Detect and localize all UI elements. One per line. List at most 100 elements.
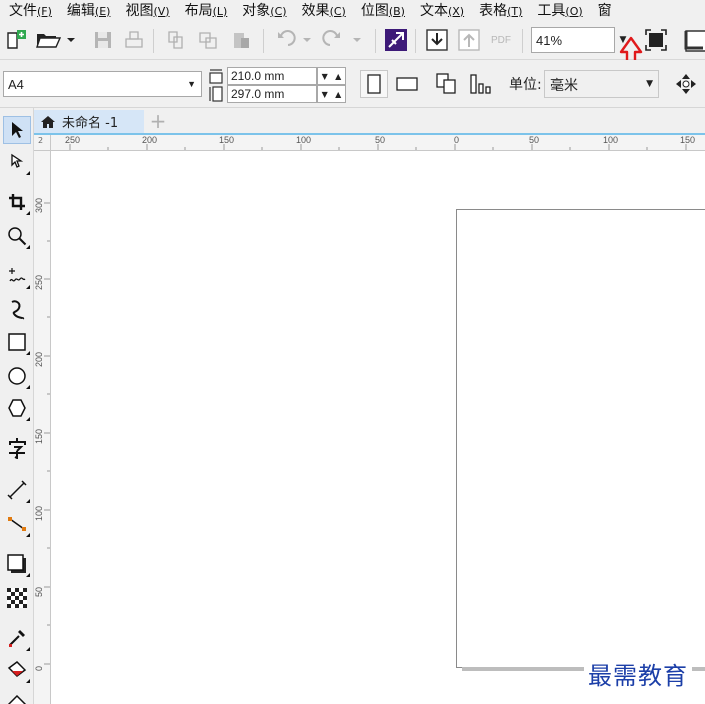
- redo-icon: [322, 30, 361, 46]
- horizontal-ruler[interactable]: 250 200 150 100 50 0 50 100 150: [51, 135, 705, 151]
- new-tab-button[interactable]: +: [148, 109, 168, 133]
- connector-tool[interactable]: [3, 510, 31, 538]
- all-pages-button[interactable]: [433, 70, 461, 98]
- freehand-tool[interactable]: [3, 262, 31, 290]
- polygon-tool[interactable]: [3, 394, 31, 422]
- parallel-dimension-tool[interactable]: [3, 476, 31, 504]
- ellipse-tool[interactable]: [3, 362, 31, 390]
- save-icon: [95, 32, 111, 48]
- zoom-level-input[interactable]: 41%: [531, 27, 615, 53]
- cut-button[interactable]: [195, 27, 221, 53]
- flyout-corner-icon: [26, 533, 30, 537]
- freehand-icon: [9, 268, 26, 282]
- unit-label: 单位:: [509, 77, 542, 93]
- flyout-corner-icon: [26, 285, 30, 289]
- corel-connect-button[interactable]: [383, 27, 409, 53]
- text-tool[interactable]: [3, 434, 31, 462]
- full-screen-preview-button[interactable]: [643, 27, 669, 53]
- new-document-button[interactable]: [3, 27, 29, 53]
- ruler-label: 150: [34, 428, 44, 444]
- plus-icon: +: [149, 109, 167, 133]
- menu-tools[interactable]: 工具(O): [528, 0, 588, 22]
- publish-pdf-button[interactable]: PDF: [488, 27, 514, 53]
- page-width-icon: [209, 69, 223, 84]
- watermark-text: 最需教育: [584, 656, 692, 691]
- nudge-distance-button[interactable]: [674, 70, 698, 98]
- current-page-icon: [470, 74, 491, 94]
- new-document-icon: [7, 30, 26, 49]
- import-icon: [426, 29, 448, 51]
- copy-icon: [168, 31, 183, 49]
- menu-layout-label: 布局: [184, 2, 213, 19]
- menu-effects[interactable]: 效果(C): [293, 0, 352, 22]
- import-button[interactable]: [424, 27, 450, 53]
- pick-tool[interactable]: [3, 116, 31, 144]
- landscape-orientation-button[interactable]: [393, 70, 421, 98]
- menu-edit[interactable]: 编辑(E): [58, 0, 117, 22]
- toolbar-separator: [375, 29, 376, 53]
- menu-file[interactable]: 文件(F): [0, 0, 58, 22]
- page-height-spinner[interactable]: ▼ ▲: [317, 85, 346, 103]
- document-page[interactable]: [456, 209, 705, 668]
- copy-button[interactable]: [163, 27, 189, 53]
- open-button[interactable]: [34, 27, 78, 53]
- toolbar-separator: [522, 29, 523, 53]
- redo-button[interactable]: [320, 27, 366, 53]
- show-rulers-button[interactable]: [682, 27, 705, 53]
- drop-shadow-tool[interactable]: [3, 550, 31, 578]
- chevron-up-icon: ▲: [335, 71, 342, 81]
- current-page-button[interactable]: [467, 70, 495, 98]
- ruler-label: 50: [375, 135, 386, 145]
- color-eyedropper-tool[interactable]: [3, 624, 31, 652]
- menu-text[interactable]: 文本(X): [411, 0, 470, 22]
- vertical-ruler[interactable]: 300 250 200 150 100 50 0: [34, 151, 51, 704]
- portrait-icon: [367, 74, 381, 94]
- ruler-icon: [684, 30, 705, 52]
- menu-bitmaps[interactable]: 位图(B): [352, 0, 411, 22]
- menu-object[interactable]: 对象(C): [233, 0, 292, 22]
- page-width-spinner[interactable]: ▼ ▲: [317, 67, 346, 85]
- open-folder-icon: [36, 34, 75, 48]
- undo-button[interactable]: [270, 27, 316, 53]
- chevron-down-icon: ▼: [187, 79, 196, 89]
- crop-icon: [9, 194, 25, 210]
- menu-layout[interactable]: 布局(L): [176, 0, 234, 22]
- document-tab-title: 未命名 -1: [62, 116, 119, 131]
- interactive-fill-tool[interactable]: [3, 656, 31, 684]
- page-size-select[interactable]: A4 ▼: [3, 71, 202, 97]
- ruler-label: 200: [34, 351, 44, 367]
- portrait-orientation-button[interactable]: [360, 70, 388, 98]
- ruler-origin[interactable]: 2: [34, 135, 51, 151]
- ruler-label: 150: [680, 135, 696, 145]
- menu-view[interactable]: 视图(V): [116, 0, 175, 22]
- shape-tool[interactable]: [3, 148, 31, 176]
- pdf-icon: PDF: [491, 34, 511, 46]
- menu-window[interactable]: 窗: [589, 0, 618, 22]
- flyout-corner-icon: [26, 351, 30, 355]
- ruler-label: 150: [219, 135, 235, 145]
- document-tab[interactable]: 未命名 -1: [34, 110, 144, 133]
- page-width-input[interactable]: 210.0 mm: [227, 67, 317, 85]
- nudge-icon: [676, 74, 696, 94]
- crop-tool[interactable]: [3, 188, 31, 216]
- page-height-input[interactable]: 297.0 mm: [227, 85, 317, 103]
- export-button[interactable]: [456, 27, 482, 53]
- flyout-corner-icon: [26, 171, 30, 175]
- transparency-tool[interactable]: [3, 584, 31, 612]
- menu-text-label: 文本: [419, 2, 448, 19]
- ruler-label: 200: [142, 135, 158, 145]
- print-button[interactable]: [121, 27, 147, 53]
- zoom-tool[interactable]: [3, 222, 31, 250]
- save-button[interactable]: [90, 27, 116, 53]
- artistic-media-tool[interactable]: [3, 296, 31, 324]
- menu-table[interactable]: 表格(T): [470, 0, 528, 22]
- checkerboard-icon: [7, 588, 27, 608]
- unit-select[interactable]: 毫米 ▼: [544, 70, 659, 98]
- smart-fill-tool[interactable]: [3, 688, 31, 704]
- menu-object-mnemonic: (C): [270, 4, 287, 18]
- cut-icon: [199, 32, 217, 49]
- flyout-corner-icon: [26, 573, 30, 577]
- rectangle-tool[interactable]: [3, 328, 31, 356]
- menu-file-label: 文件: [9, 2, 37, 19]
- paste-button[interactable]: [228, 27, 254, 53]
